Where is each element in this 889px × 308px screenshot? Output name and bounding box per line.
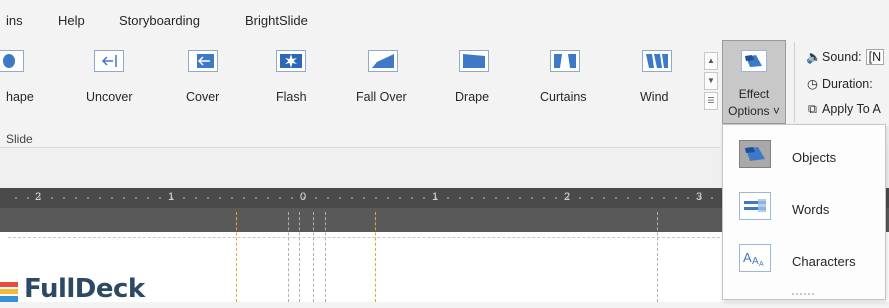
ribbon-tab-bar: ins Help Storyboarding BrightSlide (0, 0, 889, 36)
effect-options-menu: Objects Words AAA Characters (722, 124, 886, 300)
gallery-more-button[interactable]: ☰ (704, 92, 718, 110)
apply-to-all-button[interactable]: ⧉ Apply To A (806, 102, 881, 117)
objects-icon (739, 140, 771, 168)
shape-icon (0, 50, 24, 72)
guide-line[interactable] (325, 212, 326, 302)
gallery-scroll-down[interactable]: ▼ (704, 72, 718, 90)
group-label-slide: Slide (6, 132, 33, 146)
tab-brightslide[interactable]: BrightSlide (245, 13, 308, 28)
effect-options-icon (741, 50, 767, 72)
transition-label: Flash (276, 90, 307, 104)
svg-text:A: A (743, 250, 752, 265)
uncover-icon (94, 50, 124, 72)
duration-label: Duration: (822, 77, 873, 91)
guide-line[interactable] (236, 212, 237, 302)
fulldeck-logo-icon (0, 282, 18, 302)
group-separator (794, 42, 795, 122)
menu-item-words[interactable]: Words (724, 181, 884, 233)
fulldeck-logo-text: FullDeck (24, 274, 145, 304)
guide-line[interactable] (313, 212, 314, 302)
fall-over-icon (368, 50, 398, 72)
sound-label: Sound: (822, 50, 862, 64)
ruler-mark: 1 (432, 191, 439, 203)
effect-options-label-2: Options ˅ (728, 104, 780, 118)
gallery-scroll-up[interactable]: ▲ (704, 52, 718, 70)
sound-select[interactable]: [N (865, 49, 885, 65)
clock-icon: ◷ (807, 77, 818, 91)
cover-icon (188, 50, 218, 72)
transition-label: Drape (455, 90, 490, 104)
words-icon (739, 192, 771, 220)
apply-all-icon: ⧉ (808, 102, 817, 116)
ruler-mark: 0 (300, 191, 307, 203)
transition-drape[interactable]: Drape (455, 36, 495, 116)
tab-help[interactable]: Help (58, 13, 85, 28)
transition-label: Fall Over (356, 90, 407, 104)
transition-wind[interactable]: Wind (636, 36, 680, 116)
wind-icon (642, 50, 672, 72)
ruler-mark: 3 (696, 191, 703, 203)
transition-label: hape (6, 90, 34, 104)
tab-partial[interactable]: ins (6, 13, 23, 28)
menu-item-objects[interactable]: Objects (724, 129, 884, 181)
effect-options-button[interactable]: Effect Options ˅ (722, 40, 786, 124)
duration-control[interactable]: ◷ Duration: (806, 76, 873, 91)
menu-item-characters[interactable]: AAA Characters (724, 233, 884, 285)
drape-icon (459, 50, 489, 72)
sound-control[interactable]: 🔈Sound: [N (806, 49, 885, 65)
transition-fall-over[interactable]: Fall Over (356, 36, 416, 116)
menu-item-label: Words (792, 202, 830, 217)
flash-icon (276, 50, 306, 72)
speaker-icon: 🔈 (806, 50, 822, 64)
svg-text:A: A (759, 261, 764, 268)
apply-label: Apply To A (822, 102, 881, 116)
menu-resize-grip[interactable] (791, 293, 815, 295)
transition-cover[interactable]: Cover (180, 36, 220, 116)
ruler-mark: 2 (35, 191, 42, 203)
transition-label: Wind (640, 90, 669, 104)
ruler-mark: 1 (168, 191, 175, 203)
transition-shape[interactable]: hape (0, 36, 48, 116)
transition-uncover[interactable]: Uncover (80, 36, 133, 116)
ruler-mark: 2 (564, 191, 571, 203)
slide-border (8, 237, 720, 238)
guide-line[interactable] (657, 212, 658, 302)
gallery-scroll: ▲ ▼ ☰ (704, 52, 718, 110)
transition-label: Uncover (86, 90, 133, 104)
guide-line[interactable] (299, 212, 300, 302)
characters-icon: AAA (739, 244, 771, 272)
transition-label: Curtains (540, 90, 587, 104)
transition-flash[interactable]: Flash (272, 36, 312, 116)
transition-label: Cover (186, 90, 220, 104)
menu-item-label: Characters (792, 254, 856, 269)
effect-options-label-1: Effect (738, 87, 770, 101)
tab-storyboarding[interactable]: Storyboarding (119, 13, 200, 28)
guide-line[interactable] (288, 212, 289, 302)
svg-text:A: A (752, 256, 759, 267)
menu-item-label: Objects (792, 150, 837, 165)
transition-curtains[interactable]: Curtains (538, 36, 594, 116)
ruler-ticks (10, 197, 720, 199)
guide-line[interactable] (375, 212, 376, 302)
curtains-icon (550, 50, 580, 72)
